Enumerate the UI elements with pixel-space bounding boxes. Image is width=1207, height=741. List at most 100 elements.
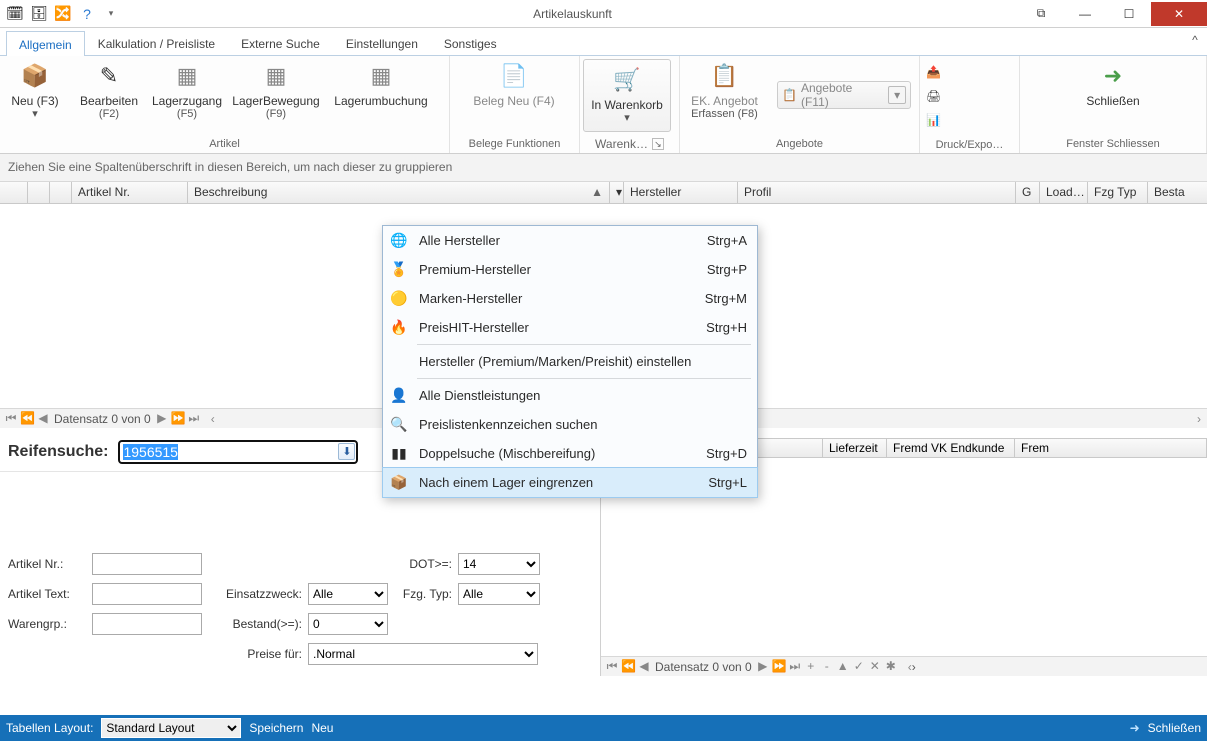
menu-lager-eingrenzen[interactable]: 📦 Nach einem Lager eingrenzen Strg+L — [383, 468, 757, 497]
warengrp-input[interactable] — [92, 613, 202, 635]
nav-prev-icon[interactable]: ◀ — [36, 411, 50, 426]
menu-marken-hersteller[interactable]: 🟡 Marken-Hersteller Strg+M — [383, 284, 757, 313]
print-icon-button[interactable]: 🖨 — [926, 84, 1013, 108]
einsatzzweck-select[interactable]: Alle — [308, 583, 388, 605]
nav-last-icon[interactable]: ⏭ — [187, 411, 201, 426]
qat-server-icon[interactable]: 🗄 — [30, 5, 48, 23]
artikeltext-label: Artikel Text: — [8, 587, 86, 601]
scroll-left-icon[interactable]: ‹ — [211, 412, 215, 426]
schliessen-button[interactable]: ➜ Schließen — [1058, 56, 1168, 135]
nav-first-icon[interactable]: ⏮ — [4, 411, 18, 426]
artikelnr-input[interactable] — [92, 553, 202, 575]
ribbon: 📦 Neu (F3) ▾ ✎ Bearbeiten (F2) ▦ Lagerzu… — [0, 56, 1207, 154]
fzgtyp-select[interactable]: Alle — [458, 583, 540, 605]
bestand-select[interactable]: 0 — [308, 613, 388, 635]
search-dropdown-icon[interactable]: ⬇ — [338, 443, 355, 460]
menu-alle-hersteller[interactable]: 🌐 Alle Hersteller Strg+A — [383, 226, 757, 255]
qat-calendar-icon[interactable]: 🗓 — [6, 5, 24, 23]
second-grid-footer: ⏮⏪◀ Datensatz 0 von 0 ▶⏩⏭+-▲✓✕✱ ‹ › — [601, 656, 1207, 676]
box-icon: 📦 — [19, 60, 51, 92]
tab-einstellungen[interactable]: Einstellungen — [333, 30, 431, 55]
group-label-belege: Belege Funktionen — [450, 135, 579, 153]
col-selector[interactable] — [0, 182, 28, 203]
menu-premium-hersteller[interactable]: 🏅 Premium-Hersteller Strg+P — [383, 255, 757, 284]
tab-kalkulation[interactable]: Kalkulation / Preisliste — [85, 30, 228, 55]
menu-hersteller-einstellen[interactable]: Hersteller (Premium/Marken/Preishit) ein… — [383, 347, 757, 376]
cube-icon: ▦ — [171, 60, 203, 92]
tab-externesuche[interactable]: Externe Suche — [228, 30, 333, 55]
warenkorb-button[interactable]: 🛒 In Warenkorb ▾ — [583, 59, 671, 132]
lagerbewegung-button[interactable]: ▦ LagerBewegung (F9) — [226, 56, 326, 135]
col-lieferzeit[interactable]: Lieferzeit — [823, 438, 887, 458]
angebote-split-button[interactable]: 📋 Angebote (F11) ▾ — [777, 81, 911, 109]
status-neu-link[interactable]: Neu — [311, 721, 333, 735]
col-fzgtyp[interactable]: Fzg Typ — [1088, 182, 1148, 203]
qat-help-icon[interactable]: ? — [78, 5, 96, 23]
globe-icon: 🌐 — [389, 232, 409, 249]
dot-select[interactable]: 14 — [458, 553, 540, 575]
ekangebot-button[interactable]: 📋 EK. Angebot Erfassen (F8) — [680, 56, 769, 122]
group-label-angebote: Angebote — [680, 135, 919, 153]
menu-preislistenkennzeichen[interactable]: 🔍 Preislistenkennzeichen suchen — [383, 410, 757, 439]
col-empty1[interactable] — [28, 182, 50, 203]
layout-select[interactable]: Standard Layout — [101, 718, 241, 738]
col-empty2[interactable] — [50, 182, 72, 203]
reifensuche-input[interactable] — [118, 440, 358, 464]
col-fremdvk[interactable]: Fremd VK Endkunde — [887, 438, 1015, 458]
hersteller-context-menu: 🌐 Alle Hersteller Strg+A 🏅 Premium-Herst… — [382, 225, 758, 498]
neu-caret: ▾ — [32, 108, 38, 121]
status-close-link[interactable]: Schließen — [1148, 721, 1201, 735]
col-artikelnr[interactable]: Artikel Nr. — [72, 182, 188, 203]
minimize-button[interactable]: — — [1063, 2, 1107, 26]
col-beschreibung[interactable]: Beschreibung ▲ — [188, 182, 610, 203]
col-drop[interactable]: ▾ — [610, 182, 624, 203]
dialog-launcher-icon[interactable]: ↘ — [652, 138, 664, 150]
qat-export-icon[interactable]: 🔀 — [54, 5, 72, 23]
nav-nextpage-icon[interactable]: ⏩ — [171, 411, 185, 426]
bearbeiten-button[interactable]: ✎ Bearbeiten (F2) — [70, 56, 148, 135]
scroll-right-icon[interactable]: › — [1197, 412, 1207, 426]
nav-next-icon[interactable]: ▶ — [155, 411, 169, 426]
qat-more-icon[interactable]: ▾ — [102, 5, 120, 23]
col-bestand[interactable]: Besta — [1148, 182, 1207, 203]
col-hersteller[interactable]: Hersteller — [624, 182, 738, 203]
artikeltext-input[interactable] — [92, 583, 202, 605]
col-g[interactable]: G — [1016, 182, 1040, 203]
neu-button[interactable]: 📦 Neu (F3) ▾ — [0, 56, 70, 135]
nav-prevpage-icon[interactable]: ⏪ — [20, 411, 34, 426]
bearbeiten-label: Bearbeiten — [80, 94, 138, 108]
grid-nav2[interactable]: ▶ ⏩ ⏭ — [151, 411, 205, 426]
status-save-link[interactable]: Speichern — [249, 721, 303, 735]
tab-sonstiges[interactable]: Sonstiges — [431, 30, 510, 55]
preise-select[interactable]: .Normal — [308, 643, 538, 665]
grid-nav[interactable]: ⏮ ⏪ ◀ — [0, 411, 54, 426]
group-by-area[interactable]: Ziehen Sie eine Spaltenüberschrift in di… — [0, 154, 1207, 182]
ribbon-tabstrip: Allgemein Kalkulation / Preisliste Exter… — [0, 28, 1207, 56]
chevron-down-icon[interactable]: ▾ — [888, 86, 906, 104]
menu-doppelsuche[interactable]: ▮▮ Doppelsuche (Mischbereifung) Strg+D — [383, 439, 757, 468]
restore-down-icon[interactable]: ⧉ — [1019, 2, 1063, 26]
group-label-druckexport: Druck/Expo… — [920, 136, 1019, 154]
menu-alle-dienstleistungen[interactable]: 👤 Alle Dienstleistungen — [383, 381, 757, 410]
tab-allgemein[interactable]: Allgemein — [6, 31, 85, 56]
maximize-button[interactable]: ☐ — [1107, 2, 1151, 26]
preise-label: Preise für: — [210, 647, 302, 661]
export-icon-button[interactable]: 📤 — [926, 60, 1013, 84]
close-button[interactable]: ✕ — [1151, 2, 1207, 26]
titlebar: 🗓 🗄 🔀 ? ▾ Artikelauskunft ⧉ — ☐ ✕ — [0, 0, 1207, 28]
cube-icon: ▦ — [260, 60, 292, 92]
menu-preishit-hersteller[interactable]: 🔥 PreisHIT-Hersteller Strg+H — [383, 313, 757, 342]
grid-record-status: Datensatz 0 von 0 — [54, 412, 151, 426]
excel-icon-button[interactable]: 📊 — [926, 108, 1013, 132]
col-load[interactable]: Load… — [1040, 182, 1088, 203]
group-label-fenster: Fenster Schliessen — [1020, 135, 1206, 153]
menu-separator — [417, 378, 751, 379]
col-profil[interactable]: Profil — [738, 182, 1016, 203]
lagerumbuchung-button[interactable]: ▦ Lagerumbuchung — [326, 56, 436, 135]
person-icon: 👤 — [389, 387, 409, 404]
ribbon-collapse-icon[interactable]: ^ — [1183, 28, 1207, 55]
window-controls: ⧉ — ☐ ✕ — [1019, 2, 1207, 26]
belegneu-button[interactable]: 📄 Beleg Neu (F4) — [450, 56, 578, 135]
col-frem[interactable]: Frem — [1015, 438, 1207, 458]
lagerzugang-button[interactable]: ▦ Lagerzugang (F5) — [148, 56, 226, 135]
